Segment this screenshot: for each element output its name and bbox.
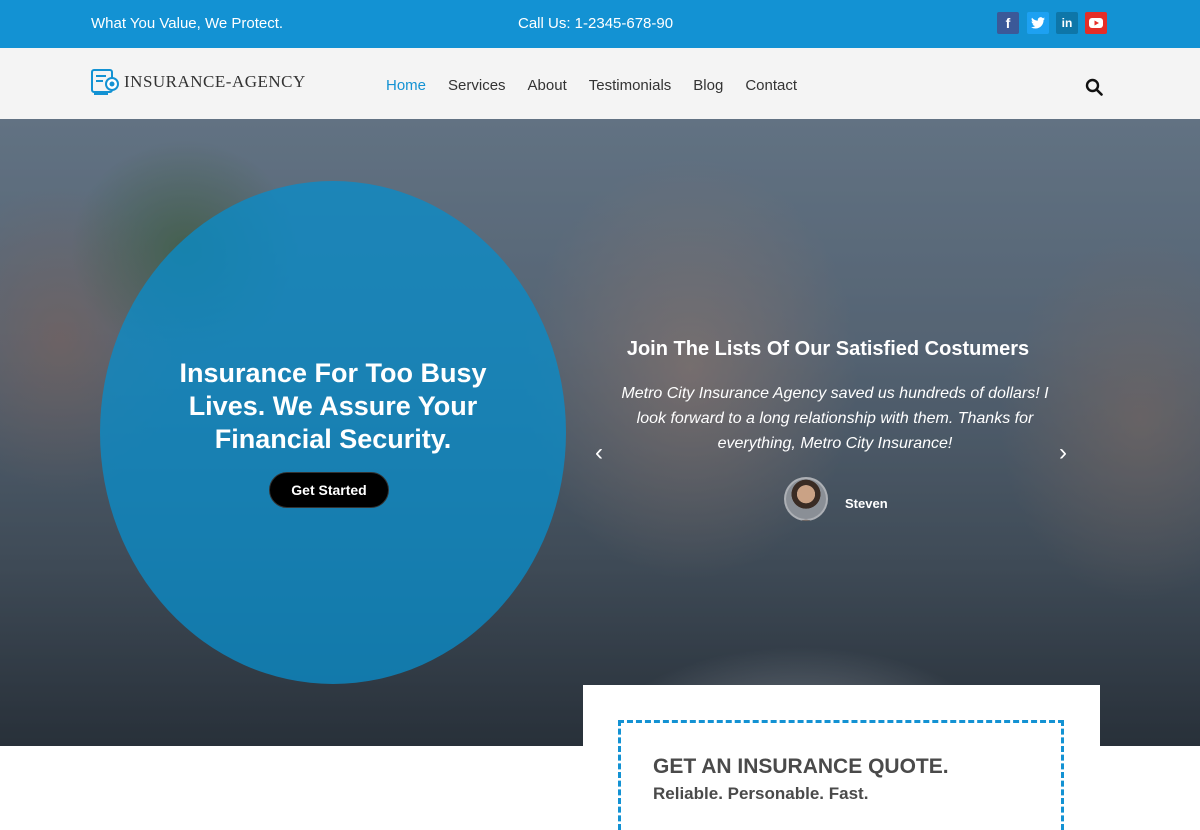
avatar (784, 477, 828, 521)
prev-arrow-icon[interactable]: ‹ (595, 441, 603, 465)
facebook-icon[interactable]: f (997, 12, 1019, 34)
quote-card: GET AN INSURANCE QUOTE. Reliable. Person… (583, 685, 1100, 830)
linkedin-icon[interactable]: in (1056, 12, 1078, 34)
hero-title: Insurance For Too Busy Lives. We Assure … (179, 358, 487, 454)
nav-blog[interactable]: Blog (693, 77, 723, 94)
get-started-button[interactable]: Get Started (269, 472, 389, 508)
youtube-icon[interactable] (1085, 12, 1107, 34)
nav-about[interactable]: About (528, 77, 567, 94)
quote-title: GET AN INSURANCE QUOTE. (653, 755, 949, 778)
nav-contact[interactable]: Contact (745, 77, 797, 94)
nav-services[interactable]: Services (448, 77, 506, 94)
search-icon (1085, 78, 1103, 96)
testimonial-quote: Metro City Insurance Agency saved us hun… (621, 385, 1049, 452)
logo-text: INSURANCE-AGENCY (124, 72, 306, 91)
testimonial-title: Join The Lists Of Our Satisfied Costumer… (626, 338, 1030, 360)
nav-home[interactable]: Home (386, 77, 426, 94)
top-bar: What You Value, We Protect. Call Us: 1-2… (0, 0, 1200, 48)
hero-banner: Insurance For Too Busy Lives. We Assure … (0, 119, 1200, 746)
main-nav: Home Services About Testimonials Blog Co… (386, 77, 819, 94)
nav-testimonials[interactable]: Testimonials (589, 77, 672, 94)
tagline: What You Value, We Protect. (91, 15, 284, 32)
quote-subtitle: Reliable. Personable. Fast. (653, 784, 869, 803)
phone-number[interactable]: Call Us: 1-2345-678-90 (518, 15, 673, 32)
logo[interactable]: INSURANCE-AGENCY (90, 68, 306, 96)
testimonial-author: Steven (845, 496, 888, 511)
search-button[interactable] (1085, 78, 1105, 98)
policy-document-icon (91, 69, 119, 95)
next-arrow-icon[interactable]: › (1059, 441, 1067, 465)
header: INSURANCE-AGENCY Home Services About Tes… (0, 48, 1200, 119)
twitter-icon[interactable] (1027, 12, 1049, 34)
